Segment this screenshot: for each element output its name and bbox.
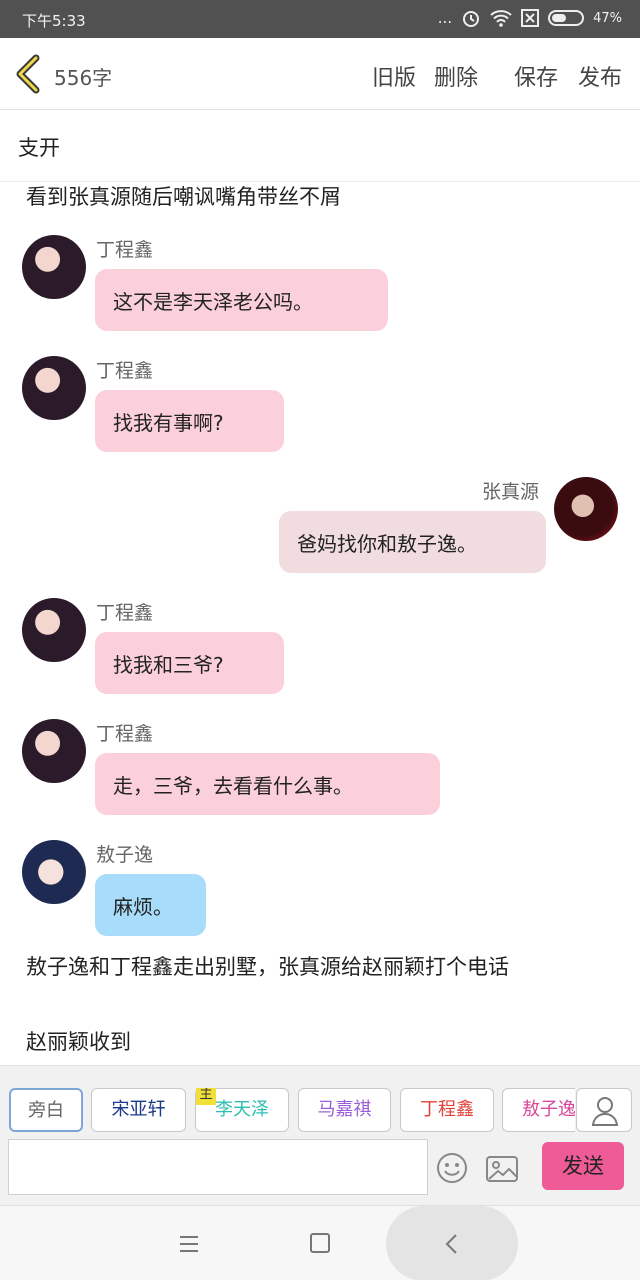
alarm-icon (463, 11, 480, 27)
chat-bubble[interactable]: 这不是李天泽老公吗。 (95, 269, 388, 331)
chat-bubble[interactable]: 找我和三爷? (95, 632, 284, 694)
chevron-left-icon (445, 1234, 457, 1254)
speaker-name: 丁程鑫 (96, 602, 154, 624)
avatar (22, 719, 86, 783)
role-tab-ao-ziyi[interactable]: 敖子逸 (502, 1088, 575, 1132)
role-tab-label: 旁白 (28, 1100, 64, 1121)
role-tab-label: 丁程鑫 (420, 1099, 474, 1120)
word-count: 556字 (54, 66, 113, 90)
system-nav-bar (0, 1205, 640, 1280)
chat-bubble[interactable]: 麻烦。 (95, 874, 206, 936)
publish-button[interactable]: 发布 (578, 60, 622, 92)
emoji-icon[interactable] (434, 1150, 470, 1186)
battery-icon (548, 10, 585, 26)
narration-text[interactable]: 敖子逸和丁程鑫走出别墅，张真源给赵丽颖打个电话 (26, 953, 616, 981)
chat-message[interactable]: 丁程鑫 找我有事啊? (0, 356, 640, 466)
speaker-name: 丁程鑫 (96, 360, 154, 382)
chat-message[interactable]: 丁程鑫 找我和三爷? (0, 598, 640, 708)
chat-message[interactable]: 丁程鑫 走，三爷，去看看什么事。 (0, 719, 640, 829)
role-tab-song-yaxuan[interactable]: 宋亚轩 (91, 1088, 186, 1132)
status-time: 下午5:33 (22, 12, 86, 30)
speaker-name: 张真源 (482, 481, 540, 503)
role-tab-label: 敖子逸 (522, 1099, 575, 1120)
story-title-row[interactable]: 支开 (0, 110, 640, 182)
send-button[interactable]: 发送 (542, 1142, 624, 1190)
story-title[interactable]: 支开 (18, 132, 60, 162)
editor-header: 556字 旧版 删除 保存 发布 (0, 38, 640, 110)
role-tab-narrator[interactable]: 旁白 (9, 1088, 83, 1132)
narration-text[interactable]: 赵丽颖收到 (26, 1028, 616, 1056)
chat-bubble[interactable]: 找我有事啊? (95, 390, 284, 452)
role-tabs: 旁白 宋亚轩 李天泽 主 马嘉祺 丁程鑫 敖子逸 (0, 1088, 575, 1134)
avatar (22, 598, 86, 662)
delete-button[interactable]: 删除 (434, 60, 478, 92)
speaker-name: 丁程鑫 (96, 723, 154, 745)
image-icon[interactable] (484, 1152, 520, 1186)
wifi-icon (490, 10, 512, 27)
main-role-badge: 主 (196, 1088, 216, 1105)
chat-message[interactable]: 丁程鑫 这不是李天泽老公吗。 (0, 235, 640, 345)
avatar (22, 840, 86, 904)
save-button[interactable]: 保存 (514, 60, 558, 92)
role-tab-ding-chengxin[interactable]: 丁程鑫 (400, 1088, 494, 1132)
status-icons: ... 47% (438, 8, 622, 28)
narration-text[interactable]: 看到张真源随后嘲讽嘴角带丝不屑 (26, 183, 616, 211)
composer-panel: 旁白 宋亚轩 李天泽 主 马嘉祺 丁程鑫 敖子逸 发送 (0, 1065, 640, 1205)
status-dots: ... (437, 9, 453, 27)
speaker-name: 敖子逸 (96, 844, 154, 866)
chat-bubble[interactable]: 爸妈找你和敖子逸。 (279, 511, 546, 573)
avatar (554, 477, 618, 541)
sim-off-icon (521, 9, 540, 27)
chat-bubble[interactable]: 走，三爷，去看看什么事。 (95, 753, 440, 815)
role-tab-li-tianze[interactable]: 李天泽 主 (195, 1088, 289, 1132)
story-content[interactable]: 支开 看到张真源随后嘲讽嘴角带丝不屑 丁程鑫 这不是李天泽老公吗。 丁程鑫 找我… (0, 110, 640, 1065)
back-button[interactable] (386, 1206, 518, 1280)
role-tab-ma-jiaqi[interactable]: 马嘉祺 (298, 1088, 391, 1132)
speaker-name: 丁程鑫 (96, 239, 154, 261)
message-input[interactable] (8, 1139, 428, 1195)
role-tab-label: 马嘉祺 (317, 1099, 372, 1120)
status-bar: 下午5:33 ... 47% (0, 0, 640, 38)
manage-roles-button[interactable] (576, 1088, 632, 1132)
menu-icon[interactable] (178, 1234, 200, 1254)
chat-message[interactable]: 敖子逸 麻烦。 (0, 840, 640, 950)
role-tab-label: 宋亚轩 (111, 1099, 166, 1120)
role-tab-label: 李天泽 (215, 1099, 269, 1120)
header-menu: 旧版 删除 保存 发布 (372, 60, 622, 92)
person-icon (591, 1097, 619, 1126)
old-version-button[interactable]: 旧版 (372, 60, 416, 92)
chat-message[interactable]: 张真源 爸妈找你和敖子逸。 (0, 477, 640, 587)
avatar (22, 235, 86, 299)
home-icon[interactable] (310, 1233, 330, 1253)
battery-percent: 47% (593, 10, 622, 26)
avatar (22, 356, 86, 420)
back-arrow-icon[interactable] (14, 54, 44, 94)
